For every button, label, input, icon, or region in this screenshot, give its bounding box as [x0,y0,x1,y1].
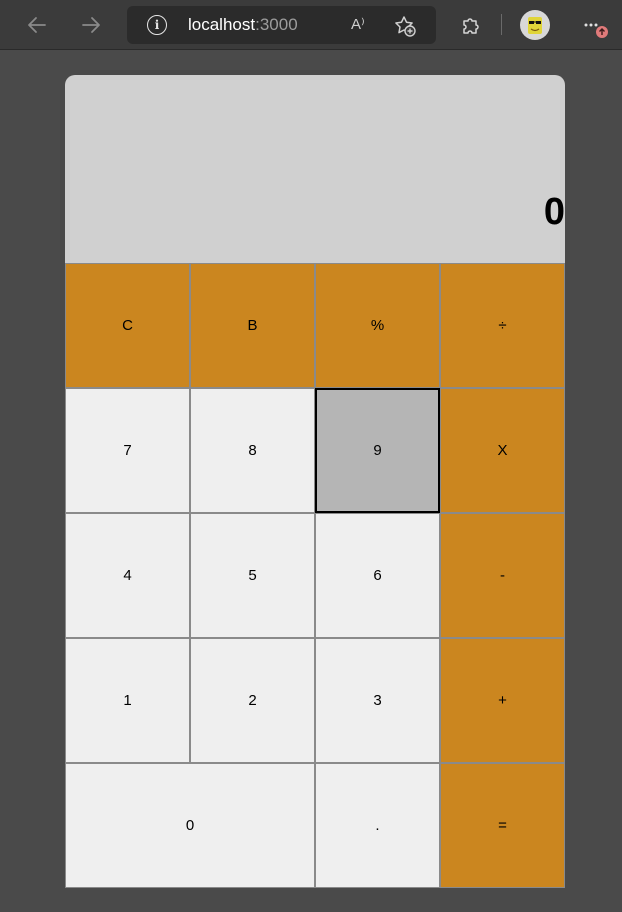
plus-button[interactable]: + [440,638,565,763]
digit-2-button[interactable]: 2 [190,638,315,763]
digit-7-button[interactable]: 7 [65,388,190,513]
digit-5-button[interactable]: 5 [190,513,315,638]
percent-button[interactable]: % [315,263,440,388]
digit-3-button[interactable]: 3 [315,638,440,763]
url-port: :3000 [255,15,298,34]
decimal-button[interactable]: . [315,763,440,888]
digit-4-button[interactable]: 4 [65,513,190,638]
digit-8-button[interactable]: 8 [190,388,315,513]
forward-button[interactable] [75,9,107,41]
equals-button[interactable]: = [440,763,565,888]
backspace-button[interactable]: B [190,263,315,388]
calculator-display: 0 [65,75,565,263]
read-aloud-icon[interactable]: A⁾ [351,15,373,35]
keypad: C B % ÷ 7 8 9 X 4 5 6 - 1 2 3 + 0 . = [65,263,565,888]
add-favorite-icon[interactable] [393,14,417,38]
digit-6-button[interactable]: 6 [315,513,440,638]
minus-button[interactable]: - [440,513,565,638]
display-value: 0 [543,191,565,233]
more-button[interactable] [581,10,613,40]
url-text[interactable]: localhost:3000 [188,15,298,35]
multiply-button[interactable]: X [440,388,565,513]
divide-button[interactable]: ÷ [440,263,565,388]
extensions-button[interactable] [455,9,487,41]
calculator: 0 C B % ÷ 7 8 9 X 4 5 6 - 1 2 3 + 0 . = [65,75,565,888]
browser-toolbar: i localhost:3000 A⁾ [0,0,622,50]
back-button[interactable] [21,9,53,41]
toolbar-divider [501,14,502,35]
address-bar[interactable]: i localhost:3000 A⁾ [127,6,436,44]
url-host: localhost [188,15,256,34]
digit-9-button[interactable]: 9 [315,388,440,513]
profile-avatar[interactable] [520,10,550,40]
clear-button[interactable]: C [65,263,190,388]
digit-1-button[interactable]: 1 [65,638,190,763]
puzzle-icon [463,18,479,34]
arrow-right-icon [82,17,100,33]
more-dots-icon [584,23,608,38]
digit-0-button[interactable]: 0 [65,763,315,888]
arrow-left-icon [28,17,46,33]
info-icon[interactable]: i [147,15,167,35]
